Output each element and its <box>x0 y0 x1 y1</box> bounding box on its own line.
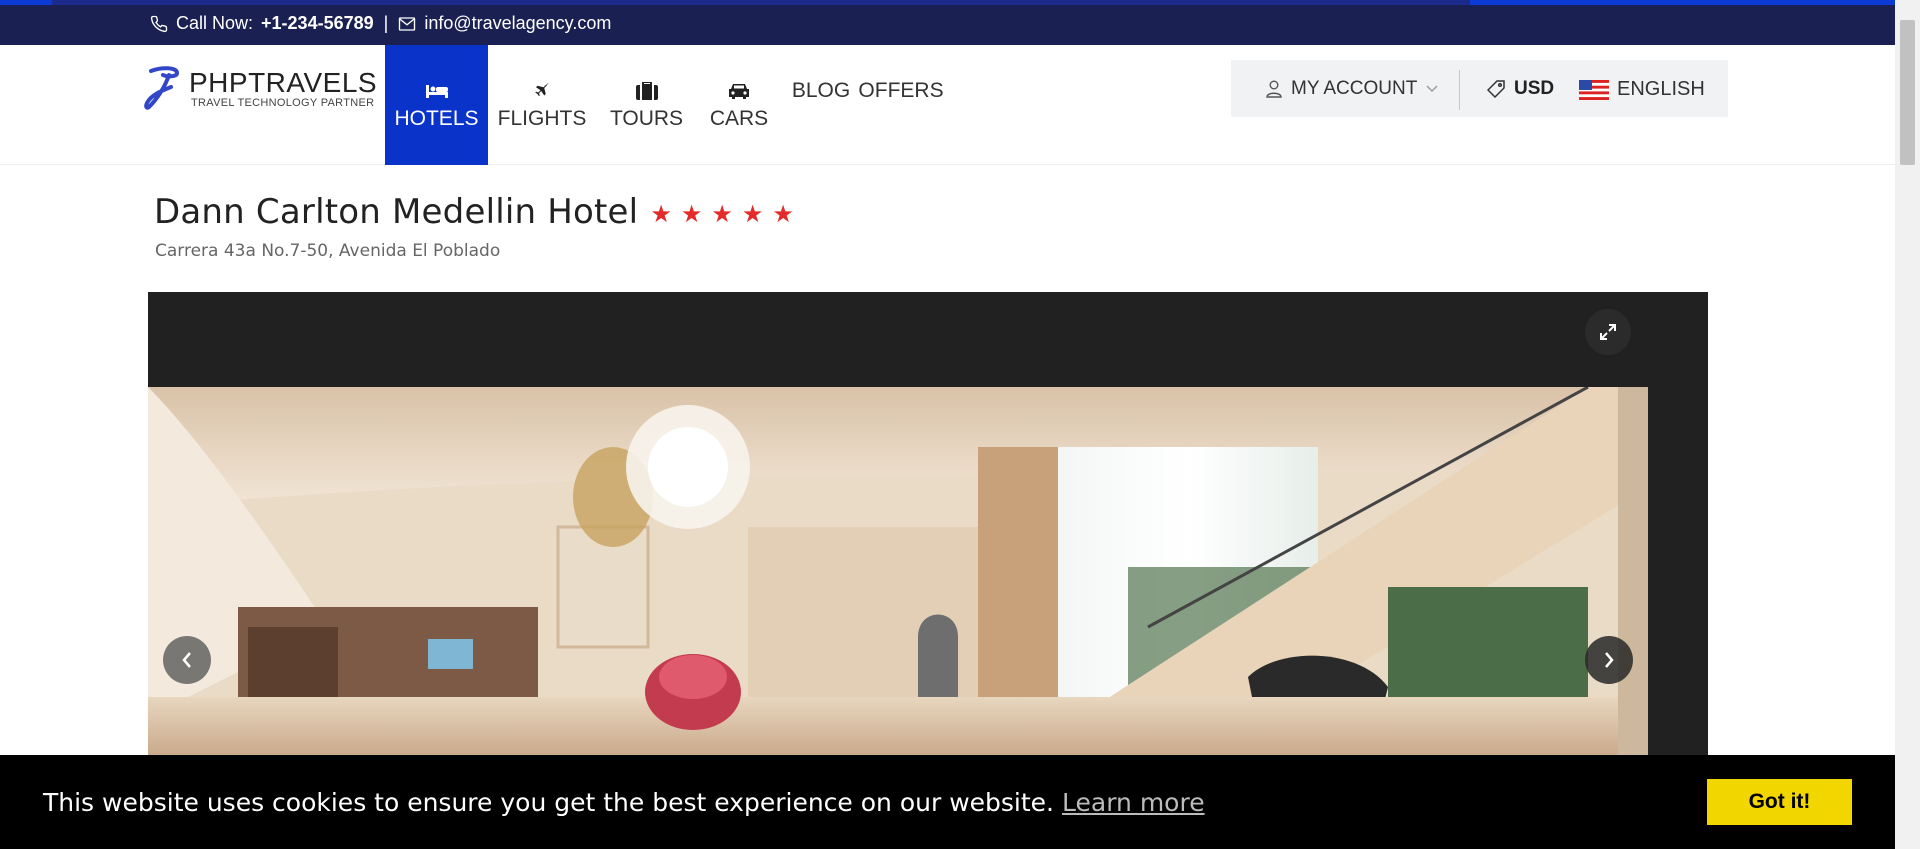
nav-label: HOTELS <box>394 107 479 130</box>
email-link[interactable]: info@travelagency.com <box>424 13 611 34</box>
nav-offers[interactable]: OFFERS <box>858 45 944 165</box>
chevron-right-icon <box>1605 652 1614 668</box>
cookie-text: This website uses cookies to ensure you … <box>43 788 1054 817</box>
topbar-accent <box>0 0 52 5</box>
bed-icon <box>425 80 449 102</box>
language-selector[interactable]: ENGLISH <box>1579 78 1705 101</box>
call-label: Call Now: <box>176 13 254 33</box>
toolbar-divider <box>1459 70 1460 110</box>
user-icon <box>1266 80 1282 98</box>
brand-name: PHPTRAVELS <box>189 67 378 98</box>
currency-selector[interactable]: USD <box>1487 78 1554 100</box>
star-icon: ★ <box>711 201 733 228</box>
nav-hotels[interactable]: HOTELS <box>385 45 488 165</box>
my-account-label: MY ACCOUNT <box>1291 78 1418 99</box>
page-scrollbar[interactable] <box>1895 0 1920 849</box>
star-rating: ★ ★ ★ ★ ★ <box>650 203 794 227</box>
cookie-banner: This website uses cookies to ensure you … <box>0 755 1895 849</box>
main-header: PHPTRAVELS TRAVEL TECHNOLOGY PARTNER HOT… <box>0 45 1895 165</box>
phone-number[interactable]: +1-234-56789 <box>261 13 374 34</box>
nav-label: BLOG <box>791 79 851 102</box>
contact-separator: | <box>383 13 389 33</box>
nav-cars[interactable]: CARS <box>697 45 781 165</box>
cookie-message: This website uses cookies to ensure you … <box>43 788 1205 817</box>
fullscreen-button[interactable] <box>1585 309 1631 355</box>
hotel-name: Dann Carlton Medellin Hotel <box>154 192 639 232</box>
nav-tours[interactable]: TOURS <box>596 45 697 165</box>
expand-icon <box>1600 324 1616 340</box>
previous-slide-button[interactable] <box>163 636 211 684</box>
mail-icon <box>398 16 416 32</box>
tag-icon <box>1487 80 1505 98</box>
suitcase-icon <box>635 80 658 102</box>
chevron-down-icon <box>1426 85 1438 92</box>
next-slide-button[interactable] <box>1585 636 1633 684</box>
logo-icon <box>144 66 180 110</box>
car-icon <box>727 80 751 102</box>
account-toolbar: MY ACCOUNT USD ENGLISH <box>1231 60 1728 117</box>
chevron-left-icon <box>182 652 191 668</box>
scrollbar-thumb[interactable] <box>1900 20 1915 165</box>
brand-tagline: TRAVEL TECHNOLOGY PARTNER <box>191 97 375 109</box>
top-contact-bar: Call Now: +1-234-56789 | info@travelagen… <box>0 0 1895 45</box>
hotel-heading: Dann Carlton Medellin Hotel ★ ★ ★ ★ ★ <box>154 192 794 232</box>
topbar-accent <box>1470 0 1895 5</box>
logo[interactable]: PHPTRAVELS TRAVEL TECHNOLOGY PARTNER <box>143 65 377 113</box>
star-icon: ★ <box>772 201 794 228</box>
currency-label: USD <box>1514 78 1555 99</box>
nav-label: TOURS <box>609 107 684 130</box>
cookie-accept-button[interactable]: Got it! <box>1707 779 1852 825</box>
language-label: ENGLISH <box>1617 78 1705 100</box>
learn-more-link[interactable]: Learn more <box>1062 788 1205 817</box>
nav-label: CARS <box>709 107 769 130</box>
star-icon: ★ <box>650 201 672 228</box>
star-icon: ★ <box>741 201 764 228</box>
nav-label: FLIGHTS <box>497 107 587 130</box>
hotel-address: Carrera 43a No.7-50, Avenida El Poblado <box>155 241 501 261</box>
nav-blog[interactable]: BLOG <box>781 45 861 165</box>
topbar-accent <box>52 0 1470 5</box>
nav-flights[interactable]: FLIGHTS <box>488 45 596 165</box>
contact-info: Call Now: +1-234-56789 | info@travelagen… <box>150 13 611 34</box>
nav-label: OFFERS <box>858 79 944 102</box>
star-icon: ★ <box>680 201 703 228</box>
plane-icon <box>532 80 552 102</box>
photo-gallery <box>148 292 1708 757</box>
my-account-dropdown[interactable]: MY ACCOUNT <box>1266 78 1438 100</box>
phone-icon <box>150 15 168 33</box>
main-nav: HOTELS FLIGHTS TOURS CARS BLOG OFFERS <box>385 45 944 165</box>
hotel-lobby-photo <box>148 387 1648 757</box>
us-flag-icon <box>1579 79 1609 100</box>
